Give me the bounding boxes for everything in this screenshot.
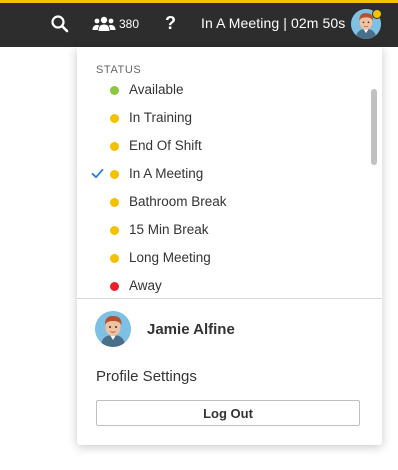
top-accent-stripe bbox=[0, 0, 398, 3]
status-section-header: STATUS bbox=[96, 64, 142, 76]
status-list: Available In Training End Of Shift In A … bbox=[77, 77, 382, 297]
status-item-label: In A Meeting bbox=[129, 166, 204, 181]
logout-button[interactable]: Log Out bbox=[96, 400, 360, 426]
status-item-label: In Training bbox=[129, 110, 193, 125]
status-dot-icon bbox=[110, 226, 119, 235]
status-item-label: 15 Min Break bbox=[129, 222, 209, 237]
status-item-available[interactable]: Available bbox=[77, 77, 367, 105]
status-item-bathroom-break[interactable]: Bathroom Break bbox=[77, 189, 367, 217]
status-dot-icon bbox=[110, 114, 119, 123]
search-icon[interactable] bbox=[50, 14, 70, 34]
status-item-in-training[interactable]: In Training bbox=[77, 105, 367, 133]
status-dot-icon bbox=[110, 254, 119, 263]
status-item-end-of-shift[interactable]: End Of Shift bbox=[77, 133, 367, 161]
help-icon[interactable]: ? bbox=[165, 13, 176, 34]
top-bar: 380 ? In A Meeting | 02m 50s bbox=[0, 0, 398, 47]
status-item-label: Away bbox=[129, 278, 162, 293]
status-item-15-min-break[interactable]: 15 Min Break bbox=[77, 217, 367, 245]
status-dot-icon bbox=[110, 282, 119, 291]
online-user-count[interactable]: 380 bbox=[119, 17, 139, 31]
status-dot-icon bbox=[110, 86, 119, 95]
avatar-status-indicator bbox=[372, 9, 382, 19]
menu-divider bbox=[77, 298, 382, 299]
status-item-long-meeting[interactable]: Long Meeting bbox=[77, 245, 367, 273]
current-status-timer[interactable]: In A Meeting | 02m 50s bbox=[201, 15, 345, 31]
status-dropdown-menu: STATUS Available In Training End Of Shif… bbox=[77, 47, 382, 445]
scrollbar-thumb[interactable] bbox=[371, 89, 377, 165]
users-icon[interactable] bbox=[92, 15, 116, 33]
status-dot-icon bbox=[110, 198, 119, 207]
status-item-in-a-meeting[interactable]: In A Meeting bbox=[77, 161, 367, 189]
status-item-label: Long Meeting bbox=[129, 250, 211, 265]
status-item-label: Bathroom Break bbox=[129, 194, 227, 209]
profile-avatar bbox=[95, 311, 131, 347]
checkmark-icon bbox=[91, 168, 104, 179]
avatar-image bbox=[95, 311, 131, 347]
status-dot-icon bbox=[110, 142, 119, 151]
status-dot-icon bbox=[110, 170, 119, 179]
status-item-away[interactable]: Away bbox=[77, 273, 367, 297]
profile-settings-link[interactable]: Profile Settings bbox=[96, 368, 197, 385]
profile-name: Jamie Alfine bbox=[147, 321, 235, 338]
status-item-label: Available bbox=[129, 82, 184, 97]
status-item-label: End Of Shift bbox=[129, 138, 202, 153]
